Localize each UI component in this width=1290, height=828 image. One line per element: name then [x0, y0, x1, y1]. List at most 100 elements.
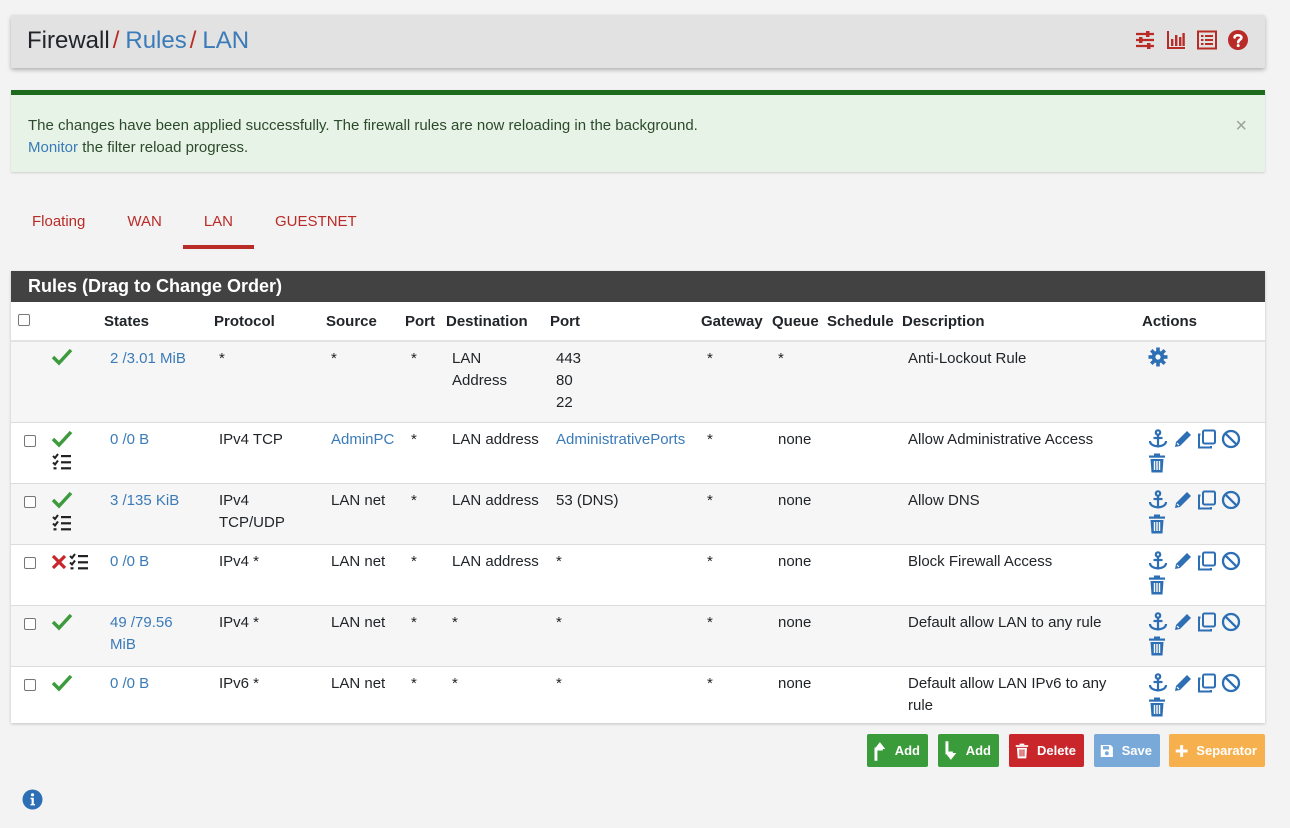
th-states: States [104, 313, 150, 330]
gear-icon[interactable] [1148, 347, 1168, 367]
rule-states[interactable]: 0 /0 B [110, 551, 149, 573]
copy-icon[interactable] [1197, 490, 1217, 510]
pencil-icon[interactable] [1173, 612, 1193, 632]
trash-icon[interactable] [1148, 514, 1166, 534]
tab-wan[interactable]: WAN [106, 205, 182, 249]
delete-button[interactable]: Delete [1009, 734, 1084, 767]
tab-floating[interactable]: Floating [11, 205, 106, 249]
trash-icon[interactable] [1148, 453, 1166, 473]
breadcrumb-rules-link[interactable]: Rules [125, 27, 186, 54]
add-top-button[interactable]: Add [867, 734, 928, 767]
row-checkbox[interactable] [24, 557, 36, 569]
separator-button[interactable]: Separator [1169, 734, 1265, 767]
anchor-icon[interactable] [1148, 429, 1168, 449]
pencil-icon[interactable] [1173, 551, 1193, 571]
success-alert: The changes have been applied successful… [11, 90, 1265, 172]
alert-link-suffix: the filter reload progress. [82, 139, 249, 156]
th-protocol: Protocol [214, 313, 275, 330]
header-icons [1134, 29, 1249, 51]
th-description: Description [902, 313, 985, 330]
save-button[interactable]: Save [1094, 734, 1160, 767]
anchor-icon[interactable] [1148, 673, 1168, 693]
sliders-icon[interactable] [1134, 29, 1156, 51]
rules-panel: Rules (Drag to Change Order) States Prot… [11, 271, 1265, 723]
table-row[interactable]: 2 /3.01 MiB * * * LAN Address 443 80 22 … [11, 342, 1265, 423]
rule-description: Default allow LAN to any rule [908, 614, 1102, 631]
pencil-icon[interactable] [1173, 429, 1193, 449]
tab-guestnet[interactable]: GUESTNET [254, 205, 378, 249]
trash-icon[interactable] [1148, 575, 1166, 595]
rule-destination: LAN Address [452, 350, 508, 389]
rule-source-link[interactable]: AdminPC [331, 429, 394, 451]
rule-queue: none [778, 614, 812, 631]
add-bottom-button[interactable]: Add [938, 734, 999, 767]
trash-icon[interactable] [1148, 636, 1166, 656]
anchor-icon[interactable] [1148, 612, 1168, 632]
alert-text: The changes have been applied successful… [28, 115, 698, 159]
copy-icon[interactable] [1197, 551, 1217, 571]
copy-icon[interactable] [1197, 673, 1217, 693]
rule-gateway: * [707, 431, 713, 448]
save-label: Save [1121, 743, 1152, 758]
disable-icon[interactable] [1221, 551, 1241, 571]
rule-states[interactable]: 3 /135 KiB [110, 490, 179, 512]
anchor-icon[interactable] [1148, 551, 1168, 571]
disable-icon[interactable] [1221, 429, 1241, 449]
rule-states[interactable]: 2 /3.01 MiB [110, 348, 186, 370]
rule-states[interactable]: 49 /79.56 MiB [110, 612, 190, 656]
rule-dest-port: * [556, 553, 562, 570]
rule-protocol: IPv6 * [219, 675, 260, 692]
rule-port: * [411, 350, 417, 367]
anchor-icon[interactable] [1148, 490, 1168, 510]
row-checkbox[interactable] [24, 679, 36, 691]
rule-destination: * [452, 614, 458, 631]
trash-icon[interactable] [1148, 697, 1166, 717]
rule-states[interactable]: 0 /0 B [110, 673, 149, 695]
add-bottom-label: Add [965, 743, 991, 758]
disable-icon[interactable] [1221, 490, 1241, 510]
rule-description: Default allow LAN IPv6 to any rule [908, 675, 1107, 714]
rule-dest-port-link[interactable]: AdministrativePorts [556, 429, 685, 451]
panel-title: Rules (Drag to Change Order) [11, 271, 1265, 302]
rule-description: Allow DNS [908, 492, 980, 509]
breadcrumb-lan-link[interactable]: LAN [202, 27, 249, 54]
alert-close-button[interactable]: × [1235, 115, 1247, 137]
check-pass-icon [51, 491, 73, 509]
list-icon[interactable] [1196, 29, 1218, 51]
arrow-up-icon [874, 741, 886, 761]
alert-monitor-link[interactable]: Monitor [28, 139, 78, 156]
rule-destination: LAN address [452, 431, 539, 448]
row-checkbox[interactable] [24, 618, 36, 630]
select-all-checkbox[interactable] [18, 314, 30, 326]
pencil-icon[interactable] [1173, 490, 1193, 510]
check-pass-icon [51, 430, 73, 448]
table-row[interactable]: 49 /79.56 MiB IPv4 * LAN net * * * * non… [11, 606, 1265, 667]
pencil-icon[interactable] [1173, 673, 1193, 693]
rule-gateway: * [707, 675, 713, 692]
rule-states[interactable]: 0 /0 B [110, 429, 149, 451]
bar-chart-icon[interactable] [1165, 29, 1187, 51]
rule-port: * [411, 553, 417, 570]
tab-lan[interactable]: LAN [182, 205, 255, 249]
info-icon[interactable] [22, 789, 43, 810]
rule-dest-port: 443 80 22 [556, 350, 582, 411]
table-row[interactable]: 0 /0 B IPv4 * LAN net * LAN address * * … [11, 545, 1265, 606]
table-row[interactable]: 0 /0 B IPv6 * LAN net * * * * none Defau… [11, 667, 1265, 727]
help-icon[interactable] [1227, 29, 1249, 51]
copy-icon[interactable] [1197, 429, 1217, 449]
row-checkbox[interactable] [24, 435, 36, 447]
rule-port: * [411, 492, 417, 509]
floppy-disk-icon [1100, 744, 1113, 757]
table-row[interactable]: 3 /135 KiB IPv4 TCP/UDP LAN net * LAN ad… [11, 484, 1265, 545]
copy-icon[interactable] [1197, 612, 1217, 632]
alert-message: The changes have been applied successful… [28, 117, 698, 134]
rule-gateway: * [707, 614, 713, 631]
check-pass-icon [51, 348, 73, 366]
row-checkbox[interactable] [24, 496, 36, 508]
disable-icon[interactable] [1221, 612, 1241, 632]
rule-destination: LAN address [452, 492, 539, 509]
tasks-log-icon [52, 514, 71, 531]
table-row[interactable]: 0 /0 B IPv4 TCP AdminPC * LAN address Ad… [11, 423, 1265, 484]
rule-source: LAN net [331, 614, 386, 631]
disable-icon[interactable] [1221, 673, 1241, 693]
